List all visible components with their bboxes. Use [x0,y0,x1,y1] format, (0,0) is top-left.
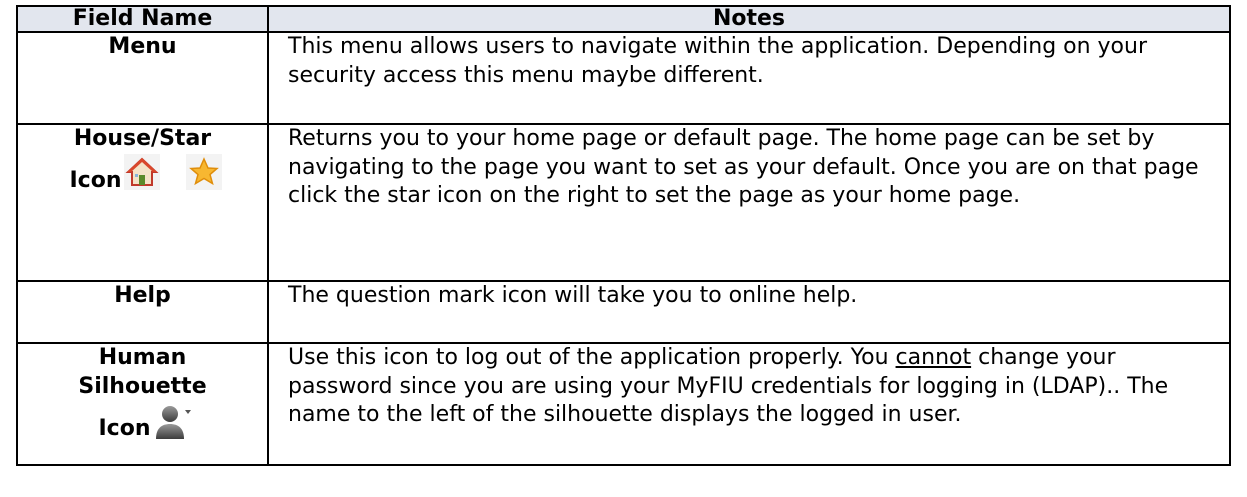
icon-row: Icon [92,401,192,443]
star-icon [185,153,222,190]
table-row: Help The question mark icon will take yo… [16,280,1231,344]
field-name-silhouette: Silhouette [78,373,207,399]
icon-row: Icon [63,153,222,196]
field-name-house-star: House/Star [73,126,212,151]
notes-cell: This menu allows users to navigate withi… [267,31,1231,125]
header-field-name: Field Name [16,5,269,33]
table-row: Human Silhouette Icon Use this icon to l… [16,342,1231,466]
notes-help: The question mark icon will take you to … [288,283,858,308]
notes-cell: Returns you to your home page or default… [267,123,1231,282]
notes-cell: Use this icon to log out of the applicat… [267,342,1231,466]
person-silhouette-icon [153,401,193,441]
house-icon [123,153,160,190]
field-name-cell: Help [16,280,269,344]
field-notes-table: Field Name Notes Menu This menu allows u… [16,5,1231,466]
notes-silhouette-underlined: cannot [895,345,972,370]
field-name-menu: Menu [108,34,177,59]
field-name-icon-label: Icon [69,168,122,193]
table-row: Menu This menu allows users to navigate … [16,31,1231,125]
field-name-human: Human [98,345,187,370]
notes-house-star: Returns you to your home page or default… [288,126,1199,208]
table-header-row: Field Name Notes [16,5,1231,33]
notes-cell: The question mark icon will take you to … [267,280,1231,344]
field-name-cell: House/Star Icon [16,123,269,282]
notes-menu: This menu allows users to navigate withi… [288,34,1148,88]
header-notes: Notes [267,5,1231,33]
field-name-help: Help [114,283,171,308]
field-name-cell: Menu [16,31,269,125]
field-name-cell: Human Silhouette Icon [16,342,269,466]
notes-silhouette-part1: Use this icon to log out of the applicat… [288,345,896,370]
table-row: House/Star Icon Returns you to your home… [16,123,1231,282]
field-name-icon-label: Icon [98,415,151,441]
